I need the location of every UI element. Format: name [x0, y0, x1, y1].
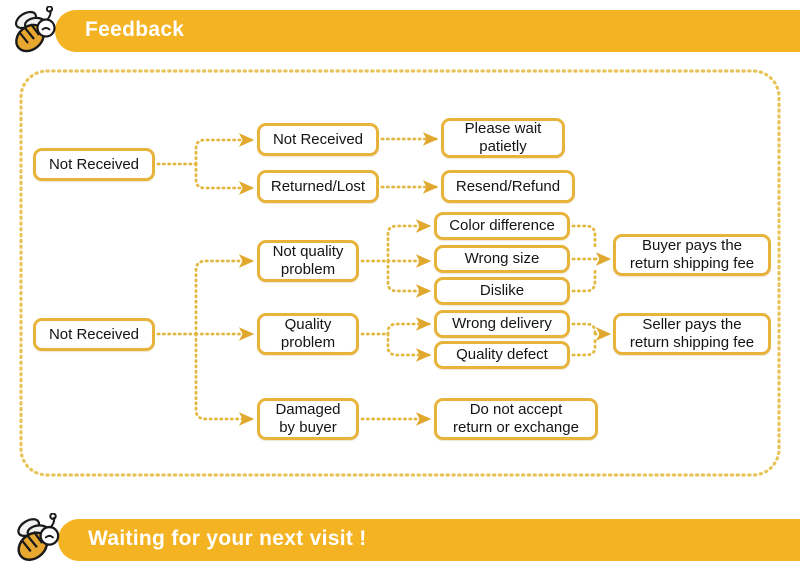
flow-node[interactable]: Not Received — [257, 123, 379, 156]
bee-icon — [17, 513, 60, 561]
flow-node-line: Returned/Lost — [270, 177, 366, 195]
flow-node-label: Not Received — [49, 156, 139, 174]
page-title: Feedback — [85, 18, 185, 41]
flow-node-line: problem — [280, 261, 336, 278]
flow-node-line: Do not accept — [469, 401, 563, 419]
header-banner: · · · · · Feedback — [0, 0, 800, 62]
flow-node-label: Not quality problem — [273, 243, 344, 278]
flow-node-label: Quality problem — [281, 316, 335, 351]
flow-node-label: Buyer pays the return shipping fee — [630, 237, 754, 272]
flow-node-line: Wrong delivery — [452, 315, 552, 333]
flow-node[interactable]: Do not accept return or exchange — [434, 398, 598, 440]
flow-node-label: Color difference — [449, 217, 555, 235]
flow-node[interactable]: Wrong size — [434, 245, 570, 273]
flow-node[interactable]: Not Received — [33, 148, 155, 181]
flow-node[interactable]: Quality problem — [257, 313, 359, 355]
flow-node-line: Quality defect — [456, 346, 548, 364]
flow-node-line: Dislike — [479, 282, 525, 300]
flow-node[interactable]: Not quality problem — [257, 240, 359, 282]
flow-node-line: return shipping fee — [629, 255, 755, 272]
bee-icon — [14, 6, 56, 53]
flow-node[interactable]: Damaged by buyer — [257, 398, 359, 440]
flow-node-line: problem — [280, 334, 336, 351]
flow-node-label: Please wait patietly — [465, 120, 542, 155]
flow-node-label: Wrong delivery — [452, 315, 552, 333]
flow-node-label: Resend/Refund — [456, 178, 560, 196]
flow-node-label: Damaged by buyer — [275, 401, 340, 436]
flow-node-label: Not Received — [273, 131, 363, 149]
flow-node[interactable]: Color difference — [434, 212, 570, 240]
flow-node[interactable]: Seller pays the return shipping fee — [613, 313, 771, 355]
flow-node-line: Damaged — [275, 401, 341, 419]
flow-node[interactable]: Resend/Refund — [441, 170, 575, 203]
flow-node[interactable]: Returned/Lost — [257, 170, 379, 203]
flow-node-line: return shipping fee — [629, 334, 755, 351]
header-watermark: · · · · · — [615, 14, 664, 26]
flow-node-line: by buyer — [279, 419, 337, 436]
flow-node-line: Not Received — [48, 325, 140, 343]
flow-node-line: Not Received — [272, 130, 364, 148]
flow-node-line: Not Received — [48, 155, 140, 173]
flow-node[interactable]: Please wait patietly — [441, 118, 565, 158]
flow-node-label: Dislike — [480, 282, 524, 300]
flow-node[interactable]: Wrong delivery — [434, 310, 570, 338]
flow-node-line: Wrong size — [464, 250, 540, 268]
flow-node-label: Seller pays the return shipping fee — [630, 316, 754, 351]
footer-banner: Waiting for your next visit ! — [0, 505, 800, 573]
flow-node[interactable]: Quality defect — [434, 341, 570, 369]
flow-node-label: Quality defect — [456, 346, 548, 364]
flow-node-label: Not Received — [49, 326, 139, 344]
flow-node-label: Returned/Lost — [271, 178, 365, 196]
flow-node-line: Resend/Refund — [455, 177, 561, 195]
flow-node-line: return or exchange — [453, 419, 579, 436]
flow-node-line: Color difference — [449, 217, 555, 235]
flow-node-label: Do not accept return or exchange — [453, 401, 579, 436]
flow-node[interactable]: Not Received — [33, 318, 155, 351]
flow-node-line: patietly — [479, 138, 527, 155]
flow-node[interactable]: Dislike — [434, 277, 570, 305]
flow-node-line: Buyer pays the — [641, 237, 743, 255]
flow-node-line: Seller pays the — [642, 316, 742, 334]
flow-node-line: Please wait — [464, 120, 542, 138]
flow-node[interactable]: Buyer pays the return shipping fee — [613, 234, 771, 276]
flow-node-label: Wrong size — [465, 250, 540, 268]
footer-title: Waiting for your next visit ! — [88, 527, 367, 550]
flow-node-line: Not quality — [272, 243, 344, 261]
flow-node-line: Quality — [284, 316, 332, 334]
